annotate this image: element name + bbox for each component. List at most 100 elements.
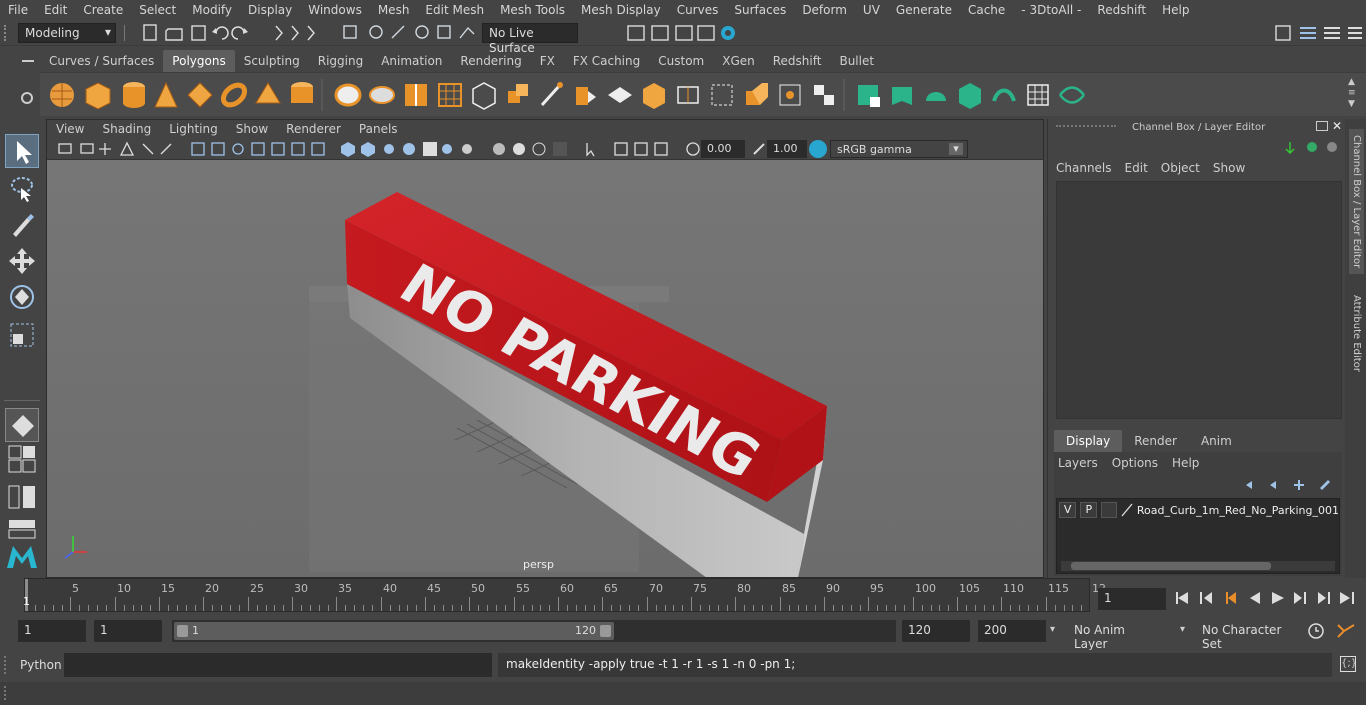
menu-uv[interactable]: UV (855, 3, 888, 17)
end-time-field[interactable]: 200 (978, 620, 1046, 642)
close-icon[interactable]: ✕ (1332, 119, 1342, 133)
horizontal-scrollbar[interactable] (1061, 561, 1335, 571)
viewport-menu-show[interactable]: Show (227, 120, 277, 138)
menu-generate[interactable]: Generate (888, 3, 960, 17)
command-language-toggle[interactable]: Python (20, 658, 62, 672)
layer-menu-options[interactable]: Options (1112, 456, 1172, 470)
menu-cache[interactable]: Cache (960, 3, 1013, 17)
channel-menu-show[interactable]: Show (1213, 161, 1258, 175)
color-management-icon[interactable] (809, 140, 827, 158)
menu-select[interactable]: Select (131, 3, 184, 17)
menu-file[interactable]: File (0, 3, 36, 17)
start-time-field[interactable]: 1 (18, 620, 86, 642)
layer-color-swatch[interactable] (1101, 502, 1117, 518)
tab-animation[interactable]: Animation (372, 50, 451, 72)
channel-list[interactable] (1056, 181, 1342, 419)
tab-redshift[interactable]: Redshift (764, 50, 831, 72)
layer-menu-help[interactable]: Help (1172, 456, 1213, 470)
tab-sculpting[interactable]: Sculpting (235, 50, 309, 72)
anim-pref-icons[interactable] (1304, 621, 1364, 641)
channel-menu-channels[interactable]: Channels (1056, 161, 1125, 175)
tab-bullet[interactable]: Bullet (830, 50, 883, 72)
scroll-thumb[interactable] (1071, 562, 1271, 570)
live-surface-field[interactable]: No Live Surface (482, 23, 578, 55)
playback-controls[interactable] (1172, 588, 1362, 608)
time-ruler[interactable]: 5 10 15 20 25 30 35 40 45 50 55 60 65 70 75 80 85 90 95 100… (24, 578, 1106, 612)
character-set-dropdown[interactable]: No Character Set (1196, 620, 1298, 651)
rotate-tool-button[interactable] (5, 280, 39, 314)
menu-3dtoall[interactable]: - 3DtoAll - (1013, 3, 1089, 17)
layer-menu-layers[interactable]: Layers (1058, 456, 1112, 470)
command-input[interactable] (64, 653, 492, 677)
menu-edit[interactable]: Edit (36, 3, 75, 17)
channel-menu-object[interactable]: Object (1161, 161, 1213, 175)
select-tool-button[interactable] (5, 134, 39, 168)
range-start-grip[interactable] (177, 625, 188, 637)
menu-mesh-tools[interactable]: Mesh Tools (492, 3, 573, 17)
tab-display[interactable]: Display (1054, 430, 1123, 452)
channel-header-icons[interactable] (1284, 139, 1344, 155)
exposure-field[interactable]: 0.00 (701, 140, 745, 158)
layer-name[interactable]: Road_Curb_1m_Red_No_Parking_001 (1137, 504, 1339, 517)
tab-attribute-editor[interactable]: Attribute Editor (1349, 289, 1364, 378)
layout-single-button[interactable] (5, 408, 39, 442)
script-editor-icon[interactable]: {;} (1340, 656, 1357, 672)
selection-mode-icons[interactable] (270, 24, 330, 42)
paint-select-tool-button[interactable] (5, 208, 39, 242)
scene-canvas[interactable]: NO PARKING (47, 160, 1044, 578)
lasso-tool-button[interactable] (5, 172, 39, 206)
snap-icons[interactable] (340, 23, 480, 43)
time-slider[interactable]: 5 10 15 20 25 30 35 40 45 50 55 60 65 70 75 80 85 90 95 100… (0, 578, 1366, 618)
menu-modify[interactable]: Modify (184, 3, 240, 17)
menu-surfaces[interactable]: Surfaces (726, 3, 794, 17)
tab-rendering[interactable]: Rendering (451, 50, 530, 72)
tab-rigging[interactable]: Rigging (309, 50, 372, 72)
menu-curves[interactable]: Curves (669, 3, 727, 17)
gamma-field[interactable]: 1.00 (767, 140, 807, 158)
menu-mesh[interactable]: Mesh (370, 3, 418, 17)
current-frame-field[interactable]: 1 (1098, 588, 1166, 610)
menu-windows[interactable]: Windows (300, 3, 370, 17)
mode-dropdown[interactable]: Modeling ▾ (18, 23, 116, 43)
playback-end-field[interactable]: 120 (902, 620, 970, 642)
viewport-panel[interactable]: View Shading Lighting Show Renderer Panels (46, 119, 1044, 578)
viewport-menu-lighting[interactable]: Lighting (160, 120, 227, 138)
viewport-tool-icons[interactable] (47, 138, 747, 160)
chevron-down-icon[interactable]: ▾ (1050, 624, 1055, 635)
tab-xgen[interactable]: XGen (713, 50, 764, 72)
tab-fx[interactable]: FX (531, 50, 564, 72)
anim-layer-dropdown[interactable]: No Anim Layer (1068, 620, 1168, 651)
channel-menu-edit[interactable]: Edit (1125, 161, 1161, 175)
layout-split-button[interactable] (5, 482, 39, 516)
layer-tool-icons[interactable] (1240, 476, 1340, 494)
workspace-icons[interactable] (1270, 23, 1366, 43)
layer-playback-toggle[interactable]: P (1080, 502, 1098, 518)
range-slider-handle[interactable]: 1 120 (174, 622, 614, 640)
float-icon[interactable] (1316, 121, 1328, 131)
layer-visibility-toggle[interactable]: V (1059, 502, 1077, 518)
menu-display[interactable]: Display (240, 3, 300, 17)
tab-render[interactable]: Render (1122, 430, 1189, 452)
file-tools-icons[interactable] (140, 24, 250, 42)
layout-four-button[interactable] (5, 444, 39, 478)
shelf-scroll[interactable]: ▲ ≡ ▼ (1348, 77, 1358, 113)
layer-row[interactable]: V P Road_Curb_1m_Red_No_Parking_001 (1059, 501, 1339, 519)
menu-help[interactable]: Help (1154, 3, 1197, 17)
layer-edit-icon[interactable] (1121, 503, 1133, 517)
viewport-menu-view[interactable]: View (47, 120, 93, 138)
render-icons[interactable] (592, 23, 742, 43)
range-end-grip[interactable] (600, 625, 611, 637)
playback-start-field[interactable]: 1 (94, 620, 162, 642)
viewport-menu-panels[interactable]: Panels (350, 120, 407, 138)
tab-channel-box[interactable]: Channel Box / Layer Editor (1349, 129, 1364, 275)
tab-curves-surfaces[interactable]: Curves / Surfaces (40, 50, 163, 72)
move-tool-button[interactable] (5, 244, 39, 278)
shelf-menu[interactable] (18, 52, 38, 114)
tab-anim[interactable]: Anim (1189, 430, 1244, 452)
chevron-down-icon[interactable]: ▾ (1180, 624, 1185, 635)
range-slider-track[interactable]: 1 120 (172, 620, 896, 642)
tab-fx-caching[interactable]: FX Caching (564, 50, 649, 72)
viewport-menu-renderer[interactable]: Renderer (277, 120, 350, 138)
tab-custom[interactable]: Custom (649, 50, 713, 72)
scale-tool-button[interactable] (5, 318, 39, 352)
